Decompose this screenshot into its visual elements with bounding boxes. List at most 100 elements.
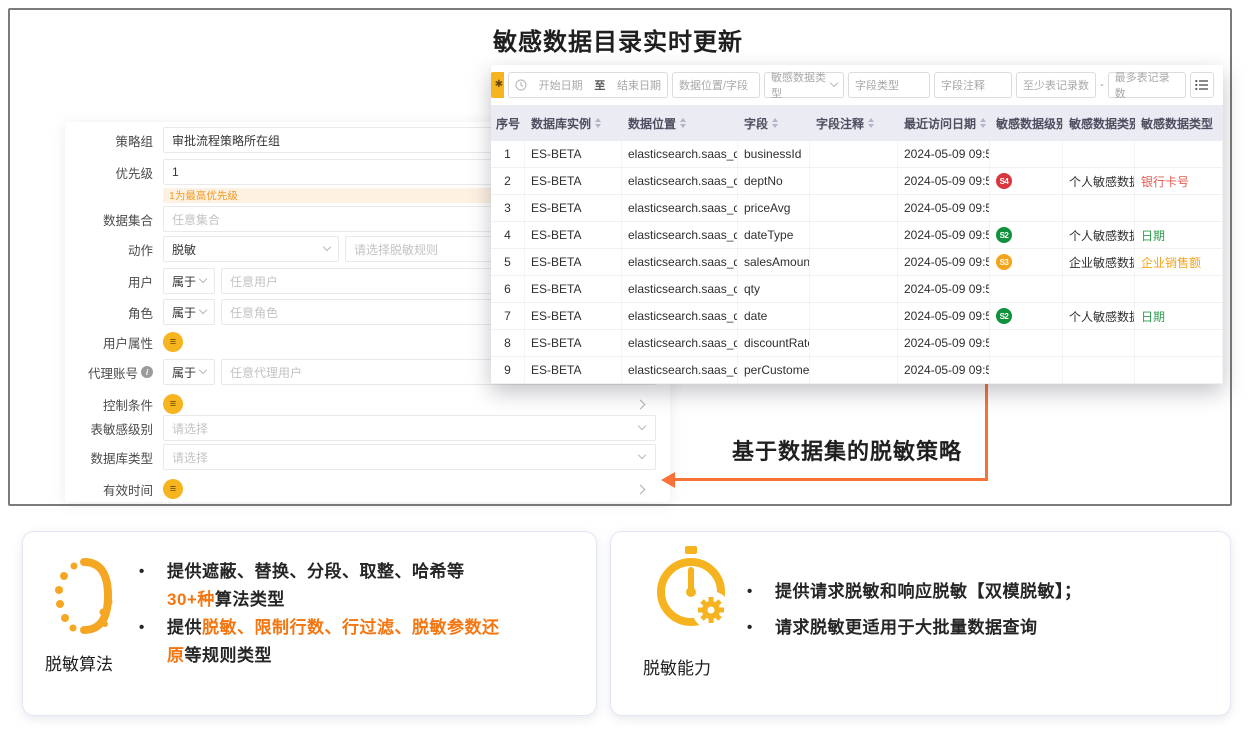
- end-date-placeholder: 结束日期: [617, 77, 661, 93]
- form-label-text: 控制条件: [103, 395, 153, 414]
- table-cell: ES-BETA: [525, 330, 622, 356]
- column-header[interactable]: 字段: [738, 115, 810, 132]
- form-label-text: 策略组: [115, 131, 153, 150]
- bullet-text-segment: 30+种: [167, 590, 215, 609]
- expand-condition-badge[interactable]: ≡: [163, 479, 183, 499]
- sensitive-level-cell: [990, 141, 1063, 167]
- table-cell: 2024-05-09 09:56...: [898, 249, 990, 275]
- 数据库类型-select[interactable]: 请选择: [163, 444, 656, 470]
- feature-card-title: 脱敏能力: [643, 654, 711, 679]
- 代理账号-select[interactable]: 属于: [163, 359, 215, 385]
- table-row: 2ES-BETAelasticsearch.saas_dis...deptNo2…: [491, 168, 1223, 195]
- sensitive-level-cell: S2: [990, 222, 1063, 248]
- table-cell: 企业敏感数据: [1063, 249, 1135, 275]
- form-label: 角色: [75, 303, 153, 322]
- form-label-text: 代理账号: [88, 363, 138, 382]
- column-header-label: 敏感数据类别: [1069, 115, 1135, 132]
- table-cell: 2024-05-09 09:56...: [898, 357, 990, 383]
- table-cell: 4: [491, 222, 525, 248]
- table-cell: [810, 195, 898, 221]
- filter-select[interactable]: 敏感数据类型: [764, 72, 844, 98]
- 表敏感级别-select[interactable]: 请选择: [163, 415, 656, 441]
- feature-bullet-list: 提供请求脱敏和响应脱敏【双模脱敏】；请求脱敏更适用于大批量数据查询: [739, 574, 1199, 646]
- table-cell: 7: [491, 303, 525, 329]
- table-row: 1ES-BETAelasticsearch.saas_dis...busines…: [491, 141, 1223, 168]
- column-header[interactable]: 字段注释: [810, 115, 898, 132]
- column-header: 敏感数据类型: [1135, 115, 1223, 132]
- 动作-select[interactable]: 脱敏: [163, 236, 339, 262]
- sensitive-level-cell: [990, 357, 1063, 383]
- table-row: 8ES-BETAelasticsearch.saas_dis...discoun…: [491, 330, 1223, 357]
- table-cell: 个人敏感数据: [1063, 222, 1135, 248]
- search-button-fragment[interactable]: ✱: [491, 72, 504, 98]
- form-label-text: 角色: [128, 303, 153, 322]
- select-value: 属于: [172, 273, 196, 290]
- table-cell: ES-BETA: [525, 222, 622, 248]
- table-cell: 5: [491, 249, 525, 275]
- expand-condition-badge[interactable]: ≡: [163, 394, 183, 414]
- 角色-select[interactable]: 属于: [163, 299, 215, 325]
- column-header[interactable]: 最近访问日期: [898, 115, 990, 132]
- clock-icon: [515, 79, 527, 91]
- list-view-button[interactable]: [1190, 72, 1214, 98]
- table-cell: 2024-05-09 09:56...: [898, 276, 990, 302]
- table-cell: dateType: [738, 222, 810, 248]
- chevron-down-icon: [638, 451, 646, 459]
- table-cell: [810, 303, 898, 329]
- filter-placeholder: 字段注释: [941, 77, 985, 93]
- table-cell: elasticsearch.saas_dis...: [622, 141, 738, 167]
- table-row: 4ES-BETAelasticsearch.saas_dis...dateTyp…: [491, 222, 1223, 249]
- column-header-label: 数据库实例: [531, 115, 591, 132]
- form-row: 表敏感级别请选择: [75, 415, 656, 441]
- chevron-down-icon: [199, 275, 207, 283]
- table-cell: qty: [738, 276, 810, 302]
- chevron-down-icon: [323, 243, 331, 251]
- column-header-label: 最近访问日期: [904, 115, 976, 132]
- stopwatch-gear-icon: [647, 542, 735, 634]
- table-cell: 2024-05-09 09:56...: [898, 141, 990, 167]
- table-cell: 9: [491, 357, 525, 383]
- sensitive-catalog-panel: ✱开始日期至结束日期数据位置/字段敏感数据类型字段类型字段注释至少表记录数-最多…: [491, 65, 1223, 384]
- callout-arrow-vertical: [985, 384, 988, 480]
- sensitive-level-cell: [990, 195, 1063, 221]
- table-cell: [810, 276, 898, 302]
- filter-input[interactable]: 字段类型: [848, 72, 930, 98]
- chevron-right-icon[interactable]: [636, 399, 646, 409]
- column-header-label: 数据位置: [628, 115, 676, 132]
- chevron-down-icon: [638, 422, 646, 430]
- table-cell: 2024-05-09 09:56...: [898, 303, 990, 329]
- filter-input[interactable]: 最多表记录数: [1108, 72, 1186, 98]
- table-cell: elasticsearch.saas_dis...: [622, 276, 738, 302]
- form-row: 控制条件 ≡: [75, 391, 656, 417]
- catalog-filter-bar: ✱开始日期至结束日期数据位置/字段敏感数据类型字段类型字段注释至少表记录数-最多…: [491, 65, 1223, 105]
- table-cell: elasticsearch.saas_dis...: [622, 249, 738, 275]
- column-header-label: 敏感数据类型: [1141, 115, 1213, 132]
- 用户-select[interactable]: 属于: [163, 268, 215, 294]
- table-cell: 3: [491, 195, 525, 221]
- expand-condition-badge[interactable]: ≡: [163, 332, 183, 352]
- filter-input[interactable]: 字段注释: [934, 72, 1012, 98]
- table-row: 5ES-BETAelasticsearch.saas_dis...salesAm…: [491, 249, 1223, 276]
- form-label: 表敏感级别: [75, 419, 153, 438]
- column-header[interactable]: 数据库实例: [525, 115, 622, 132]
- table-cell: 1: [491, 141, 525, 167]
- callout-arrow-head-icon: [661, 472, 675, 488]
- bullet-text-segment: 提供请求脱敏和响应脱敏【双模脱敏】；: [775, 582, 1082, 601]
- select-value: 脱敏: [172, 241, 196, 258]
- filter-placeholder: 字段类型: [855, 77, 899, 93]
- chevron-right-icon[interactable]: [636, 484, 646, 494]
- table-cell: 2: [491, 168, 525, 194]
- table-cell: [810, 249, 898, 275]
- form-label-text: 表敏感级别: [90, 419, 153, 438]
- filter-input[interactable]: 数据位置/字段: [672, 72, 760, 98]
- sort-icon: [980, 118, 986, 128]
- date-range-filter[interactable]: 开始日期至结束日期: [508, 72, 668, 98]
- sort-icon: [772, 118, 778, 128]
- filter-input[interactable]: 至少表记录数: [1016, 72, 1096, 98]
- filter-placeholder: 至少表记录数: [1023, 77, 1089, 93]
- feature-card-masking-capability: 脱敏能力 提供请求脱敏和响应脱敏【双模脱敏】；请求脱敏更适用于大批量数据查询: [610, 531, 1231, 716]
- sort-icon: [595, 118, 601, 128]
- column-header[interactable]: 数据位置: [622, 115, 738, 132]
- table-cell: ES-BETA: [525, 303, 622, 329]
- table-cell: elasticsearch.saas_dis...: [622, 303, 738, 329]
